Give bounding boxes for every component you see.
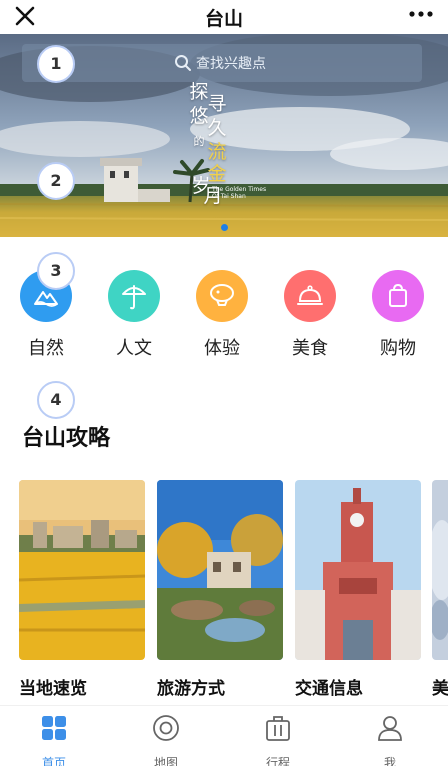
category-food[interactable]: 美食 (280, 270, 340, 360)
card-image (157, 480, 283, 660)
tab-itinerary[interactable]: 行程 (243, 714, 313, 766)
person-icon (378, 716, 402, 741)
poem-char: 寻 (207, 93, 227, 115)
map-target-icon (153, 715, 179, 741)
card-label: 旅游方式 (157, 679, 225, 699)
home-grid-icon (42, 716, 66, 740)
luggage-icon (266, 716, 290, 741)
guide-card-travel-mode[interactable]: 旅游方式 (157, 480, 283, 699)
card-image (295, 480, 421, 660)
section-title: 台山攻略 (22, 426, 111, 451)
page-title: 台山 (204, 8, 243, 30)
tab-label: 首页 (41, 756, 66, 766)
guide-card-transport[interactable]: 交通信息 (295, 480, 421, 699)
card-label: 当地速览 (19, 679, 87, 699)
bottom-tab-bar: 首页 地图 行程 我 (0, 705, 448, 766)
category-label: 人文 (116, 338, 152, 359)
tab-label: 地图 (153, 756, 178, 766)
banner-english-tag: The Golden Times Of Tai Shan (212, 186, 267, 200)
umbrella-icon (108, 270, 160, 322)
more-options-icon[interactable] (408, 4, 434, 24)
category-label: 自然 (28, 338, 64, 359)
cloche-icon (284, 270, 336, 322)
marker-4: 4 (37, 381, 75, 419)
category-shopping[interactable]: 购物 (368, 270, 428, 360)
tab-map[interactable]: 地图 (131, 714, 201, 766)
guide-card-partial[interactable]: 美 (432, 480, 448, 699)
card-image (19, 480, 145, 660)
guide-card-overview[interactable]: 当地速览 (19, 480, 145, 699)
category-label: 购物 (380, 338, 416, 359)
tab-label: 我 (383, 756, 396, 766)
category-label: 体验 (204, 338, 240, 359)
marker-2: 2 (37, 162, 75, 200)
guide-carousel[interactable]: 当地速览 旅游方式 交通信息 美 (0, 480, 448, 700)
card-label: 美 (432, 679, 448, 699)
balloon-icon (196, 270, 248, 322)
carousel-dot-active[interactable] (220, 224, 228, 231)
top-bar: 台山 (0, 0, 448, 34)
poem-char: 流 (207, 141, 227, 163)
marker-3: 3 (37, 252, 75, 290)
search-icon (175, 55, 191, 71)
carousel-indicator (0, 216, 448, 235)
shopping-bag-icon (372, 270, 424, 322)
card-label: 交通信息 (295, 679, 363, 699)
tab-label: 行程 (265, 756, 290, 766)
category-culture[interactable]: 人文 (104, 270, 164, 360)
search-bar[interactable]: 查找兴趣点 (22, 44, 422, 82)
card-image (432, 480, 448, 660)
marker-1: 1 (37, 45, 75, 83)
tab-home[interactable]: 首页 (19, 714, 89, 766)
poem-char: 久 (207, 117, 227, 139)
category-label: 美食 (292, 338, 328, 359)
search-placeholder: 查找兴趣点 (196, 56, 266, 72)
category-experience[interactable]: 体验 (192, 270, 252, 360)
tab-me[interactable]: 我 (355, 714, 425, 766)
